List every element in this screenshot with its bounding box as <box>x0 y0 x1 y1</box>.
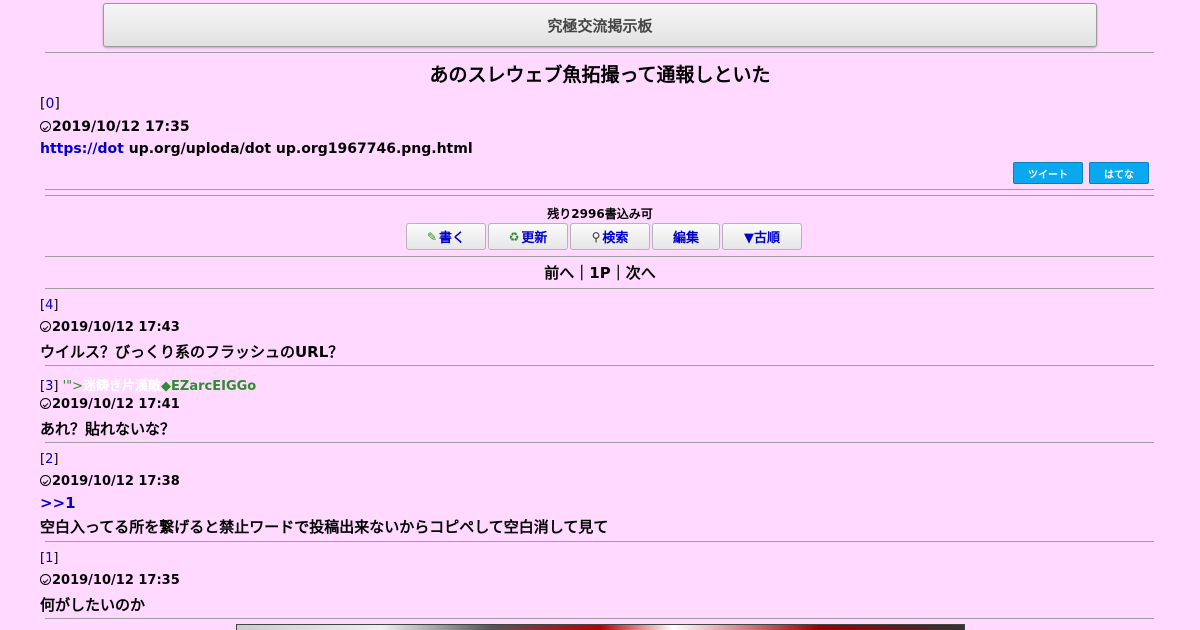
post-date-line: 2019/10/12 17:38 <box>40 474 180 489</box>
order-button[interactable]: ▼古順 <box>722 223 802 250</box>
op-number-link[interactable]: 0 <box>45 96 54 112</box>
refresh-icon: ♻ <box>508 229 520 244</box>
post-number: [2] <box>40 452 59 467</box>
pager: 前へ｜1P｜次へ <box>0 262 1200 283</box>
post-number-link[interactable]: 2 <box>45 452 53 467</box>
divider <box>45 365 1154 366</box>
board-title: 究極交流掲示板 <box>547 16 653 35</box>
post-date-line: 2019/10/12 17:43 <box>40 320 180 335</box>
post-date: 2019/10/12 17:43 <box>52 320 180 335</box>
post-number-link[interactable]: 4 <box>45 298 53 313</box>
op-number: [0] <box>40 96 60 112</box>
op-date-line: 2019/10/12 17:35 <box>40 119 190 135</box>
post-body: あれ？貼れないな？ <box>40 420 176 438</box>
post-number-link[interactable]: 3 <box>45 379 53 394</box>
post-body: ウイルス？びっくり系のフラッシュのURL？ <box>40 343 344 361</box>
toolbar: ✎ 書く ♻ 更新 ⚲ 検索 編集 ▼古順 <box>406 223 804 250</box>
board-title-bar[interactable]: 究極交流掲示板 <box>103 3 1097 47</box>
pager-next[interactable]: 次へ <box>626 264 656 282</box>
write-label: 書く <box>439 231 466 246</box>
divider <box>45 288 1154 289</box>
thread-title: あのスレウェブ魚拓撮って通報しといた <box>429 64 771 86</box>
op-url-rest: up.org/uploda/dot up.org1967746.png.html <box>123 141 473 157</box>
post-header: [3] '">迷鋳き片漢敵◆EZarcEIGGo <box>40 379 257 394</box>
post-number-link[interactable]: 1 <box>45 551 53 566</box>
op-url-link[interactable]: https://dot <box>40 141 124 157</box>
op-date: 2019/10/12 17:35 <box>52 119 190 135</box>
pager-separator: ｜ <box>574 264 590 282</box>
search-icon: ⚲ <box>591 229 601 244</box>
post-date: 2019/10/12 17:38 <box>52 474 180 489</box>
hatena-button[interactable]: はてな <box>1089 162 1149 184</box>
divider <box>45 256 1154 257</box>
divider <box>45 541 1154 542</box>
divider <box>45 195 1154 196</box>
post-trip: EZarcEIGGo <box>171 379 257 394</box>
post-author-name: 迷鋳き片漢敵 <box>83 379 162 394</box>
pager-separator: ｜ <box>610 264 626 282</box>
clock-icon <box>40 321 51 332</box>
pencil-icon: ✎ <box>426 229 438 244</box>
pager-prev[interactable]: 前へ <box>544 264 574 282</box>
edit-button[interactable]: 編集 <box>652 223 720 250</box>
post-date: 2019/10/12 17:41 <box>52 397 180 412</box>
post-image[interactable] <box>236 624 965 630</box>
post-number: [4] <box>40 298 59 313</box>
post-name-prefix: '"> <box>62 379 84 394</box>
post-date-line: 2019/10/12 17:41 <box>40 397 180 412</box>
divider <box>45 618 1154 619</box>
divider <box>45 189 1154 190</box>
clock-icon <box>40 398 51 409</box>
post-body: 何がしたいのか <box>40 596 146 614</box>
clock-icon <box>40 475 51 486</box>
search-label: 検索 <box>602 231 629 246</box>
clock-icon <box>40 574 51 585</box>
post-anchor-link[interactable]: >>1 <box>40 494 76 512</box>
divider <box>45 52 1154 53</box>
order-label: ▼古順 <box>744 231 780 246</box>
refresh-label: 更新 <box>521 231 548 246</box>
post-number: [1] <box>40 551 59 566</box>
post-anchor: >>1 <box>40 494 76 512</box>
write-button[interactable]: ✎ 書く <box>406 223 486 250</box>
post-body: 空白入ってる所を繋げると禁止ワードで投稿出来ないからコピペして空白消して見て <box>40 518 609 536</box>
trip-diamond-icon: ◆ <box>161 379 172 394</box>
pager-current[interactable]: 1P <box>589 264 610 282</box>
op-body: https://dot up.org/uploda/dot up.org1967… <box>40 141 473 157</box>
post-date-line: 2019/10/12 17:35 <box>40 573 180 588</box>
page: 究極交流掲示板 あのスレウェブ魚拓撮って通報しといた [0] 2019/10/1… <box>0 0 1200 630</box>
post-date: 2019/10/12 17:35 <box>52 573 180 588</box>
clock-icon <box>40 121 51 132</box>
remaining-posts: 残り2996書込み可 <box>547 207 653 221</box>
edit-label: 編集 <box>672 231 699 246</box>
search-button[interactable]: ⚲ 検索 <box>570 223 650 250</box>
tweet-button[interactable]: ツイート <box>1013 162 1083 184</box>
refresh-button[interactable]: ♻ 更新 <box>488 223 568 250</box>
divider <box>45 442 1154 443</box>
